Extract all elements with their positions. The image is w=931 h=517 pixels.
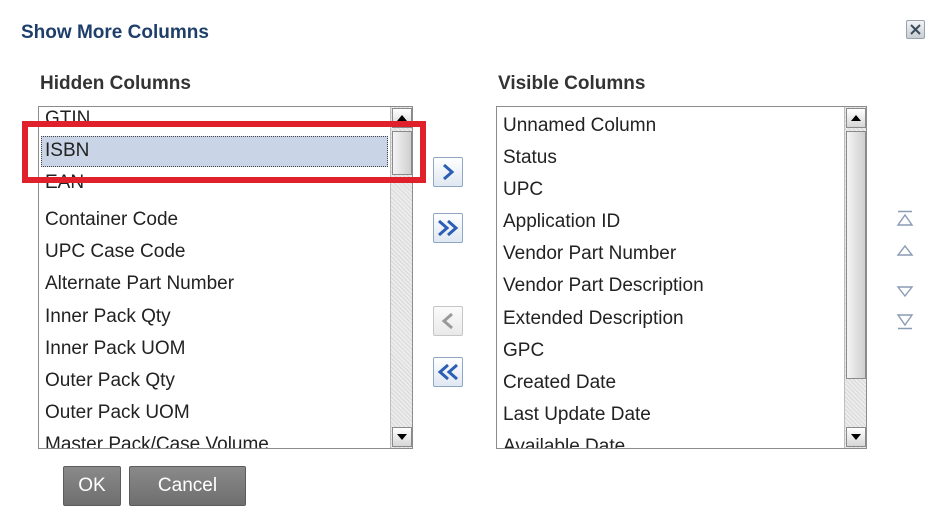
move-all-left-icon [437, 363, 458, 381]
show-more-columns-dialog: Show More Columns Hidden Columns GTIN IS… [0, 0, 931, 517]
visible-columns-list[interactable]: Unnamed Column Status UPC Application ID… [496, 106, 867, 449]
close-icon [910, 24, 921, 35]
move-down-button[interactable] [895, 282, 915, 302]
selection-highlight-box [22, 121, 426, 183]
visible-list-scrollbar[interactable] [844, 107, 866, 448]
move-to-bottom-icon [896, 314, 914, 330]
list-item[interactable]: Unnamed Column [503, 110, 656, 142]
list-item[interactable]: Outer Pack Qty [45, 365, 175, 397]
scroll-up-button[interactable] [846, 108, 866, 128]
move-to-top-button[interactable] [895, 208, 915, 228]
list-item[interactable]: Inner Pack UOM [45, 333, 185, 365]
move-right-button[interactable] [433, 157, 463, 187]
list-item[interactable]: UPC Case Code [45, 236, 185, 268]
close-button[interactable] [906, 20, 925, 39]
visible-columns-label: Visible Columns [498, 73, 646, 94]
list-item[interactable]: Application ID [503, 206, 620, 238]
move-left-icon [441, 312, 453, 330]
list-item[interactable]: Inner Pack Qty [45, 301, 171, 333]
list-item[interactable]: Extended Description [503, 303, 684, 335]
list-item[interactable]: Container Code [45, 204, 178, 236]
hidden-columns-label: Hidden Columns [40, 73, 191, 94]
list-item[interactable]: Outer Pack UOM [45, 397, 190, 429]
move-all-right-button[interactable] [433, 213, 463, 243]
move-all-left-button[interactable] [433, 357, 463, 387]
move-left-button[interactable] [433, 306, 463, 336]
move-to-top-icon [896, 210, 914, 226]
scroll-down-button[interactable] [392, 427, 412, 447]
cancel-button[interactable]: Cancel [129, 466, 246, 506]
list-item[interactable]: GPC [503, 335, 544, 367]
move-all-right-icon [438, 219, 459, 237]
chevron-up-icon [851, 115, 861, 121]
dialog-title: Show More Columns [21, 22, 209, 43]
move-to-bottom-button[interactable] [895, 312, 915, 332]
list-item[interactable]: Vendor Part Number [503, 238, 676, 270]
list-item[interactable]: Status [503, 142, 557, 174]
list-item[interactable]: Master Pack/Case Volume [45, 429, 269, 448]
list-item[interactable]: Vendor Part Description [503, 270, 704, 302]
scroll-thumb[interactable] [846, 131, 866, 379]
move-right-icon [443, 163, 455, 181]
list-item[interactable]: Alternate Part Number [45, 268, 234, 300]
ok-button[interactable]: OK [63, 466, 121, 506]
list-item[interactable]: UPC [503, 174, 543, 206]
move-down-icon [896, 286, 914, 298]
list-item[interactable]: Created Date [503, 367, 616, 399]
move-up-button[interactable] [895, 240, 915, 260]
scroll-down-button[interactable] [846, 427, 866, 447]
list-item[interactable]: Last Update Date [503, 399, 651, 431]
chevron-down-icon [851, 434, 861, 440]
list-item[interactable]: Available Date [503, 431, 625, 448]
move-up-icon [896, 244, 914, 256]
chevron-down-icon [397, 434, 407, 440]
